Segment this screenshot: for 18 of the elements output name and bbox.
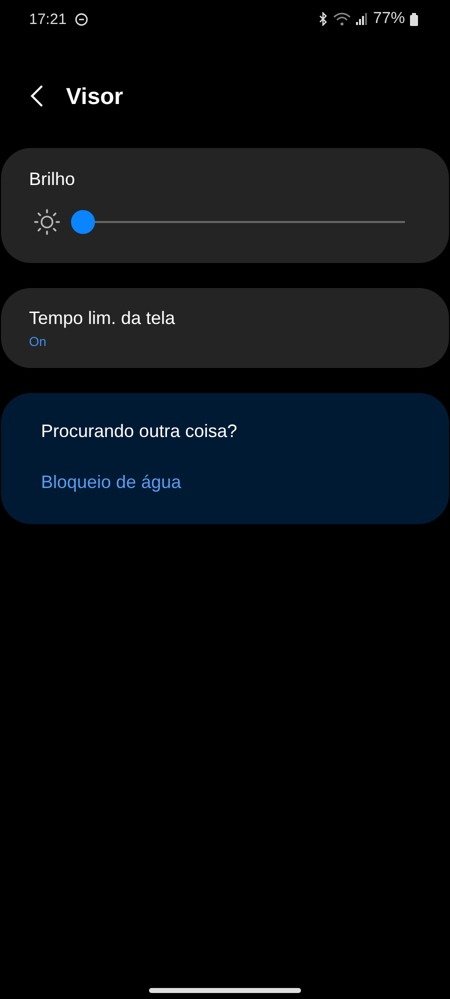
wifi-icon <box>332 12 351 26</box>
signal-icon <box>356 13 368 25</box>
sun-icon <box>33 208 61 236</box>
setting-title: Tempo lim. da tela <box>29 308 176 329</box>
do-not-disturb-icon <box>74 12 88 26</box>
brightness-slider-thumb[interactable] <box>71 210 95 234</box>
setting-value: On <box>29 334 48 349</box>
suggestions-title: Procurando outra coisa? <box>41 421 238 442</box>
brightness-slider[interactable] <box>71 210 405 234</box>
back-icon[interactable] <box>30 84 44 108</box>
battery-percent: 77% <box>372 10 405 28</box>
setting-item[interactable]: Tempo lim. da tela On <box>1 288 449 368</box>
status-time: 17:21 <box>29 10 67 28</box>
bluetooth-icon <box>318 12 328 26</box>
brightness-label: Brilho <box>29 169 76 190</box>
battery-icon <box>410 12 418 26</box>
page-title: Visor <box>66 82 124 110</box>
suggestion-link[interactable]: Bloqueio de água <box>41 472 182 493</box>
